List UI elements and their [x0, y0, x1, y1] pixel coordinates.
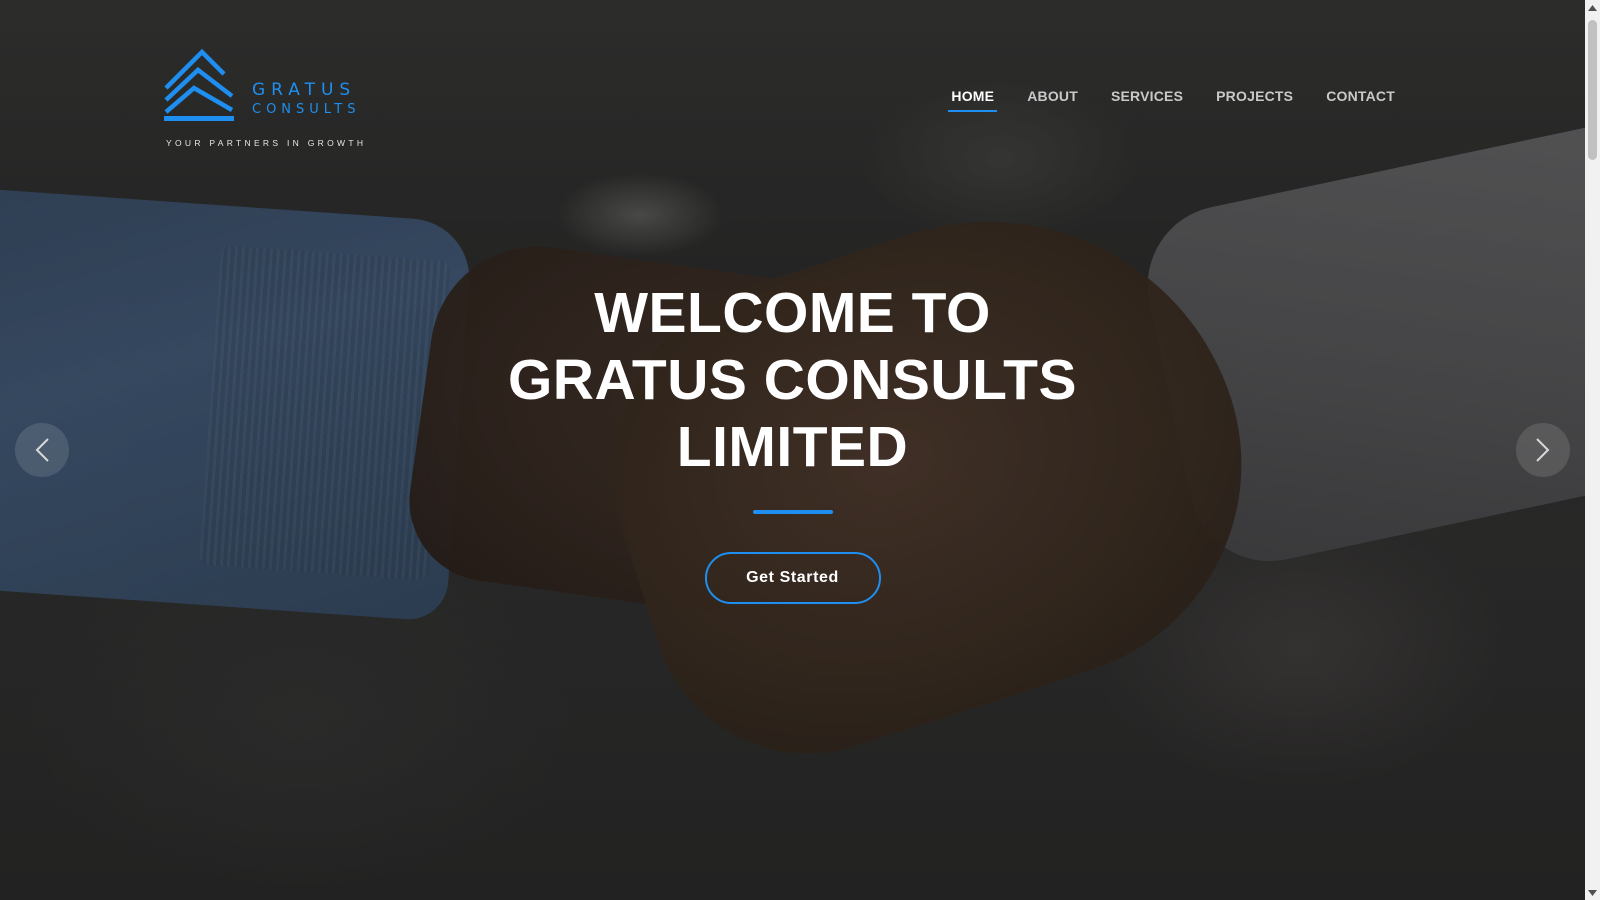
brand-sub: CONSULTS	[252, 102, 361, 117]
carousel-prev-button[interactable]	[15, 423, 69, 477]
get-started-button[interactable]: Get Started	[704, 552, 881, 604]
mountain-logo-icon	[164, 48, 234, 121]
brand-logo[interactable]: GRATUS CONSULTS YOUR PARTNERS IN GROWTH	[164, 48, 363, 158]
brand-tagline: YOUR PARTNERS IN GROWTH	[166, 138, 367, 148]
hero-content: WELCOME TO GRATUS CONSULTS LIMITED Get S…	[0, 280, 1585, 604]
hero-title-line: LIMITED	[676, 415, 909, 479]
page: GRATUS CONSULTS YOUR PARTNERS IN GROWTH …	[0, 0, 1585, 900]
scrollbar-thumb[interactable]	[1588, 20, 1597, 160]
nav-item-about[interactable]: ABOUT	[1027, 88, 1078, 110]
carousel-next-button[interactable]	[1516, 423, 1570, 477]
chevron-right-icon	[1536, 438, 1550, 462]
nav-item-contact[interactable]: CONTACT	[1326, 88, 1395, 110]
nav-item-projects[interactable]: PROJECTS	[1216, 88, 1293, 110]
chevron-left-icon	[35, 438, 49, 462]
nav-item-services[interactable]: SERVICES	[1111, 88, 1183, 110]
triangle-down-icon	[1588, 889, 1597, 896]
main-nav: HOME ABOUT SERVICES PROJECTS CONTACT	[948, 88, 1395, 112]
nav-item-home[interactable]: HOME	[948, 88, 998, 112]
hero-divider	[752, 510, 833, 514]
vertical-scrollbar[interactable]	[1585, 0, 1600, 900]
triangle-up-icon	[1588, 4, 1597, 11]
scroll-up-button[interactable]	[1585, 0, 1600, 15]
scroll-down-button[interactable]	[1585, 885, 1600, 900]
hero-title-line: GRATUS CONSULTS	[507, 348, 1078, 412]
hero-title-line: WELCOME TO	[594, 281, 991, 345]
hero-title: WELCOME TO GRATUS CONSULTS LIMITED	[493, 280, 1093, 481]
brand-name: GRATUS	[252, 80, 357, 100]
